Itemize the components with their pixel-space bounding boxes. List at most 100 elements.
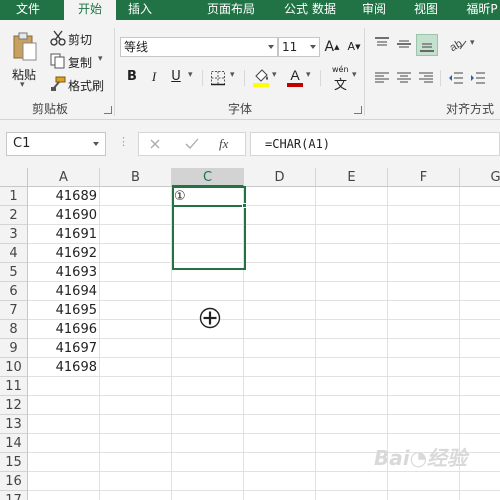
row-header-7[interactable]: 7 — [0, 301, 28, 320]
fill-color-icon[interactable] — [252, 67, 270, 87]
clipboard-launcher-icon[interactable] — [104, 106, 112, 114]
row-header-13[interactable]: 13 — [0, 415, 28, 434]
row-header-17[interactable]: 17 — [0, 491, 28, 500]
align-top-icon[interactable] — [374, 36, 390, 52]
row-header-2[interactable]: 2 — [0, 206, 28, 225]
paste-dropdown-arrow[interactable]: ▾ — [20, 80, 25, 90]
chevron-down-icon — [310, 45, 316, 49]
cell-a2[interactable]: 41690 — [28, 206, 100, 225]
column-header-f[interactable]: F — [388, 168, 460, 187]
cell-a6[interactable]: 41694 — [28, 282, 100, 301]
select-all-corner[interactable] — [0, 168, 28, 187]
cell-a7[interactable]: 41695 — [28, 301, 100, 320]
format-painter-icon[interactable] — [50, 76, 66, 92]
cell-a4[interactable]: 41692 — [28, 244, 100, 263]
group-divider — [114, 28, 115, 116]
paste-icon[interactable] — [12, 32, 38, 62]
tab-view[interactable]: 视图 — [404, 0, 448, 20]
font-name-value: 等线 — [124, 40, 149, 54]
cell-a10[interactable]: 41698 — [28, 358, 100, 377]
decrease-indent-icon[interactable] — [448, 70, 464, 86]
cut-button[interactable]: 剪切 — [68, 31, 92, 48]
border-dropdown-arrow[interactable]: ▾ — [230, 70, 235, 80]
orientation-icon[interactable]: ab — [448, 36, 470, 52]
cell-a1[interactable]: 41689 — [28, 187, 100, 206]
cell-a5[interactable]: 41693 — [28, 263, 100, 282]
row-header-11[interactable]: 11 — [0, 377, 28, 396]
orientation-dropdown-arrow[interactable]: ▾ — [470, 38, 475, 48]
bold-button[interactable]: B — [122, 67, 142, 87]
row-header-3[interactable]: 3 — [0, 225, 28, 244]
copy-icon[interactable] — [50, 53, 66, 69]
column-header-e[interactable]: E — [316, 168, 388, 187]
row-header-15[interactable]: 15 — [0, 453, 28, 472]
row-header-1[interactable]: 1 — [0, 187, 28, 206]
cell-a8[interactable]: 41696 — [28, 320, 100, 339]
align-bottom-button[interactable] — [416, 34, 438, 56]
column-header-b[interactable]: B — [100, 168, 172, 187]
fill-color-dropdown-arrow[interactable]: ▾ — [272, 70, 277, 80]
row-header-8[interactable]: 8 — [0, 320, 28, 339]
enter-check-icon[interactable] — [185, 138, 199, 150]
shrink-font-button[interactable]: A▼ — [344, 37, 364, 57]
increase-indent-icon[interactable] — [470, 70, 486, 86]
italic-button[interactable]: I — [144, 67, 164, 87]
insert-function-button[interactable]: fx — [219, 136, 228, 152]
column-header-a[interactable]: A — [28, 168, 100, 187]
spreadsheet-grid[interactable]: ABCDEFG 1234567891011121314151617 416894… — [0, 168, 500, 500]
format-painter-button[interactable]: 格式刷 — [68, 77, 104, 94]
chevron-down-icon — [268, 45, 274, 49]
tab-data[interactable]: 数据 — [302, 0, 346, 20]
cancel-icon[interactable] — [149, 138, 161, 150]
copy-dropdown-arrow[interactable]: ▾ — [98, 54, 103, 64]
row-header-5[interactable]: 5 — [0, 263, 28, 282]
tab-home[interactable]: 开始 — [64, 0, 116, 21]
svg-text:ab: ab — [448, 38, 464, 52]
row-header-16[interactable]: 16 — [0, 472, 28, 491]
tab-review[interactable]: 审阅 — [352, 0, 396, 20]
cell-a9[interactable]: 41697 — [28, 339, 100, 358]
scissors-icon[interactable] — [50, 30, 66, 46]
alignment-group-label: 对齐方式 — [446, 102, 495, 116]
align-middle-icon[interactable] — [396, 36, 412, 52]
font-name-combo[interactable]: 等线 — [120, 37, 278, 57]
phonetic-guide-icon[interactable]: 文 — [334, 74, 347, 93]
selection-range — [172, 205, 246, 270]
tab-page-layout[interactable]: 页面布局 — [194, 0, 268, 20]
row-header-12[interactable]: 12 — [0, 396, 28, 415]
cell-a3[interactable]: 41691 — [28, 225, 100, 244]
align-right-icon[interactable] — [418, 70, 434, 86]
row-header-6[interactable]: 6 — [0, 282, 28, 301]
column-header-g[interactable]: G — [460, 168, 500, 187]
column-header-d[interactable]: D — [244, 168, 316, 187]
column-header-c[interactable]: C — [172, 168, 244, 187]
copy-button[interactable]: 复制 — [68, 54, 92, 71]
fill-handle[interactable] — [242, 203, 247, 208]
phonetic-dropdown-arrow[interactable]: ▾ — [352, 70, 357, 80]
underline-button[interactable]: U — [166, 67, 186, 87]
name-box[interactable]: C1 — [6, 132, 106, 156]
tab-foxit[interactable]: 福昕P — [462, 0, 500, 20]
font-color-dropdown-arrow[interactable]: ▾ — [306, 70, 311, 80]
align-center-icon[interactable] — [396, 70, 412, 86]
underline-dropdown-arrow[interactable]: ▾ — [188, 70, 193, 80]
row-header-10[interactable]: 10 — [0, 358, 28, 377]
row-header-14[interactable]: 14 — [0, 434, 28, 453]
name-box-value: C1 — [13, 136, 31, 151]
tab-insert[interactable]: 插入 — [116, 0, 164, 20]
font-size-combo[interactable]: 11 — [278, 37, 320, 57]
font-launcher-icon[interactable] — [354, 106, 362, 114]
svg-text:A: A — [290, 67, 300, 83]
row-header-9[interactable]: 9 — [0, 339, 28, 358]
font-color-icon[interactable]: A — [286, 67, 304, 87]
align-left-icon[interactable] — [374, 70, 390, 86]
formula-bar: C1 ⋮ fx =CHAR(A1) — [0, 120, 500, 168]
inline-divider — [320, 70, 321, 86]
grip-icon[interactable]: ⋮ — [118, 135, 129, 148]
grow-font-button[interactable]: A▲ — [322, 37, 342, 57]
border-icon[interactable] — [210, 70, 226, 86]
row-header-4[interactable]: 4 — [0, 244, 28, 263]
tab-file[interactable]: 文件 — [0, 0, 56, 20]
font-size-value: 11 — [282, 40, 298, 54]
formula-input[interactable]: =CHAR(A1) — [250, 132, 500, 156]
